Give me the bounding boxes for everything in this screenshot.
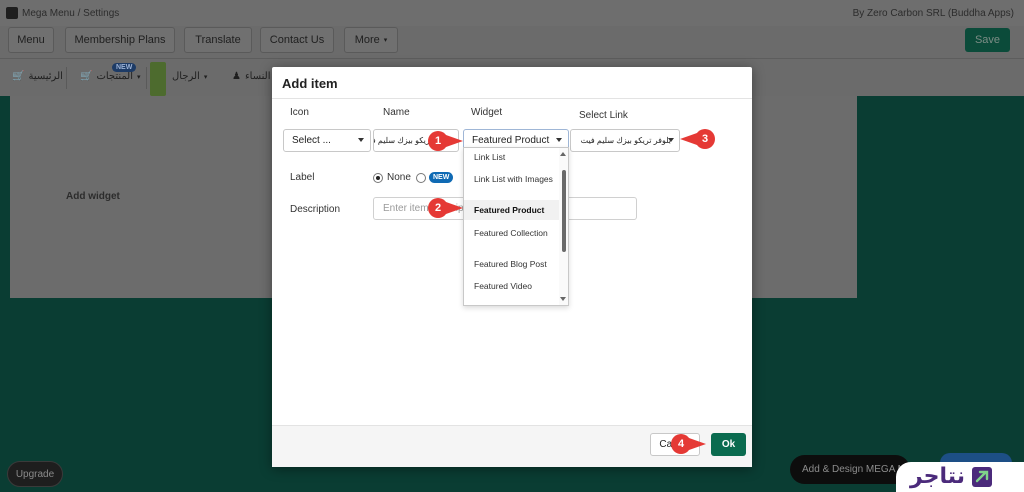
nav-contact-button[interactable]: Contact Us <box>260 27 334 53</box>
link-select[interactable]: بلوفر تريكو بيزك سليم فيت <box>570 129 680 152</box>
nav-contact-label: Contact Us <box>269 34 325 46</box>
person-icon: ♟ <box>232 71 241 82</box>
step-marker-3: 3 <box>676 128 716 150</box>
menu-item-label: النساء <box>244 71 271 82</box>
column-header-name: Name <box>383 107 410 118</box>
save-button[interactable]: Save <box>965 28 1010 52</box>
dropdown-option-featured-collection[interactable]: Featured Collection <box>474 228 554 238</box>
breadcrumb: Mega Menu / Settings <box>22 8 120 19</box>
description-row-title: Description <box>290 204 341 215</box>
caret-down-icon <box>668 138 674 142</box>
step-number: 3 <box>701 133 709 145</box>
menu-item-home[interactable]: 🛒 الرئيسية <box>12 71 63 82</box>
nav-bar: Menu Membership Plans Translate Contact … <box>0 26 1024 58</box>
widget-select-value: Featured Product <box>472 135 550 146</box>
upgrade-button[interactable]: Upgrade <box>7 461 63 487</box>
menu-item-products[interactable]: 🛒 المنتجات ▾ <box>80 71 141 82</box>
menu-item-label: المنتجات <box>96 71 134 82</box>
chevron-down-icon: ▾ <box>203 73 208 81</box>
step-number: 2 <box>434 202 442 214</box>
brand-logo-icon <box>972 467 993 487</box>
dropdown-option-featured-product[interactable]: Featured Product <box>474 205 554 215</box>
column-header-select-link: Select Link <box>579 110 628 121</box>
add-widget-link[interactable]: Add widget <box>66 191 120 202</box>
link-select-value: بلوفر تريكو بيزك سليم فيت <box>580 136 671 145</box>
menu-item-label: الرجال <box>172 71 200 82</box>
label-none-radio[interactable] <box>373 173 383 183</box>
nav-translate-button[interactable]: Translate <box>184 27 252 53</box>
scrollbar-thumb[interactable] <box>562 170 566 252</box>
caret-down-icon <box>556 138 562 142</box>
nav-more-label: More <box>354 34 380 46</box>
label-none-text: None <box>387 172 411 183</box>
step-marker-2: 2 <box>427 197 467 219</box>
caret-down-icon <box>358 138 364 142</box>
divider <box>66 67 67 89</box>
step-marker-4: 4 <box>670 433 710 455</box>
dropdown-option-featured-video[interactable]: Featured Video <box>474 281 554 291</box>
label-new-badge: NEW <box>429 172 454 183</box>
column-header-icon: Icon <box>290 107 309 118</box>
label-new-radio[interactable] <box>416 173 426 183</box>
modal-title: Add item <box>282 76 338 91</box>
new-badge: NEW <box>112 63 137 72</box>
divider <box>146 67 147 89</box>
ok-button[interactable]: Ok <box>711 433 746 456</box>
cart-icon: 🛒 <box>12 71 25 82</box>
label-row-title: Label <box>290 172 315 183</box>
dropdown-option-link-list[interactable]: Link List <box>474 152 554 162</box>
chevron-down-icon: ▾ <box>137 73 141 81</box>
menu-item-women[interactable]: ♟ النساء <box>232 71 270 82</box>
dropdown-option-featured-blog-post[interactable]: Featured Blog Post <box>474 259 554 269</box>
nav-menu-button[interactable]: Menu <box>8 27 54 53</box>
widget-dropdown-list[interactable]: Link List Link List with Images Featured… <box>463 147 569 306</box>
step-marker-1: 1 <box>427 130 467 152</box>
nav-membership-button[interactable]: Membership Plans <box>65 27 175 53</box>
step-number: 1 <box>434 135 442 147</box>
nav-more-button[interactable]: More ▾ <box>344 27 398 53</box>
step-number: 4 <box>677 438 685 450</box>
top-bar: Mega Menu / Settings By Zero Carbon SRL … <box>0 0 1024 26</box>
brand-watermark: نتاجر <box>896 462 1024 492</box>
brand-logo-text: نتاجر <box>910 464 966 489</box>
menu-item-men[interactable]: الرجال ▾ <box>172 71 207 82</box>
scroll-up-icon[interactable] <box>560 152 566 156</box>
add-design-mega-menu-button[interactable]: Add & Design MEGA MENU <box>790 455 910 484</box>
icon-select-value: Select ... <box>292 135 331 146</box>
cart-icon: 🛒 <box>80 71 93 82</box>
modal-header: Add item <box>272 67 752 99</box>
icon-select[interactable]: Select ... <box>283 129 371 152</box>
dropdown-option-link-list-images[interactable]: Link List with Images <box>474 174 554 184</box>
column-header-widget: Widget <box>471 107 503 118</box>
app-icon <box>6 7 18 19</box>
developer-byline[interactable]: By Zero Carbon SRL (Buddha Apps) <box>853 8 1014 19</box>
menu-item-label: الرئيسية <box>28 71 63 82</box>
drag-handle-icon[interactable] <box>150 62 166 96</box>
scroll-down-icon[interactable] <box>560 297 566 301</box>
chevron-down-icon: ▾ <box>383 37 388 44</box>
add-item-modal: Add item Icon Name Widget Select Link Se… <box>272 67 752 467</box>
